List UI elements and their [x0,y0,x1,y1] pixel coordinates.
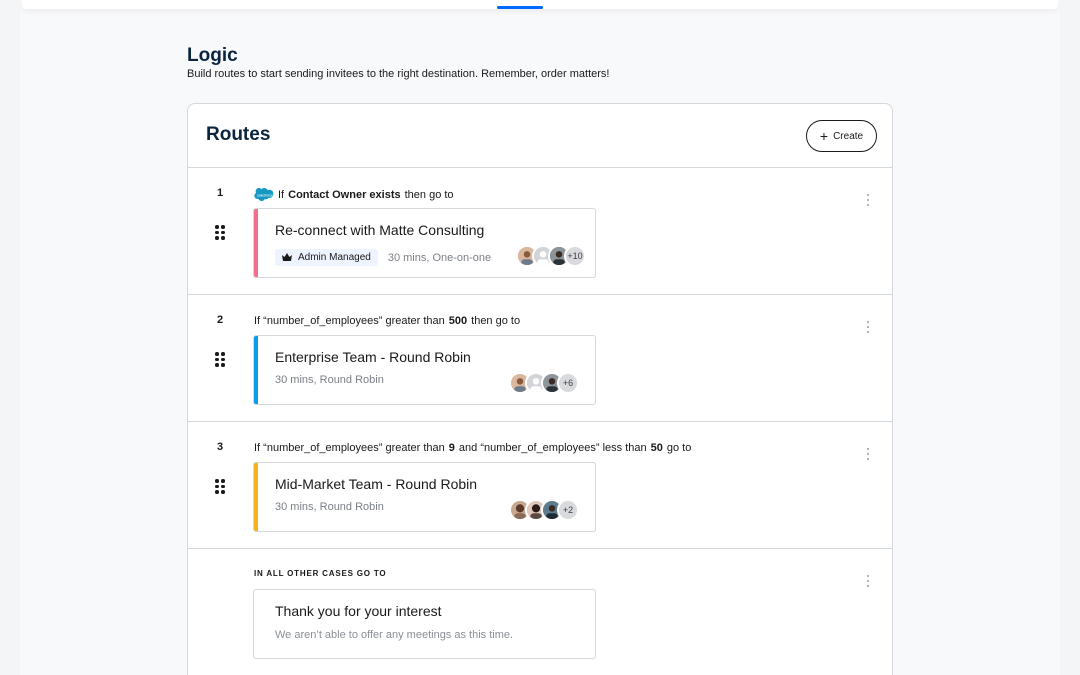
condition-text-middle: and “number_of_employees” less than [458,442,647,454]
event-meta: Admin Managed 30 mins, One-on-one [275,249,491,266]
routes-title: Routes [206,124,271,145]
top-navigation-bar [22,0,1058,9]
host-avatars: +2 [509,499,579,521]
badge-label: Admin Managed [298,252,371,263]
event-title: Enterprise Team - Round Robin [275,349,471,365]
route-row: 1 salesforce If Contact Owner exists the… [188,168,892,295]
create-button-label: Create [833,130,864,142]
avatar-more-count: +2 [557,499,579,521]
event-type-card[interactable]: Enterprise Team - Round Robin 30 mins, R… [253,335,596,405]
drag-handle-icon[interactable] [215,479,225,494]
event-duration-type: 30 mins, Round Robin [275,501,384,513]
default-destination-card[interactable]: Thank you for your interest We aren’t ab… [253,589,596,659]
route-condition: salesforce If Contact Owner exists then … [254,188,454,202]
condition-value: 50 [650,442,663,454]
event-color-stripe [254,463,258,531]
host-avatars: +10 [516,245,586,267]
condition-value: 9 [448,442,455,454]
active-tab-indicator [497,6,543,9]
drag-handle-icon[interactable] [215,352,225,367]
event-type-card[interactable]: Re-connect with Matte Consulting Admin M… [253,208,596,278]
more-options-icon[interactable] [866,321,870,333]
svg-text:salesforce: salesforce [257,194,273,198]
route-row: 3 If “number_of_employees” greater than … [188,422,892,549]
route-condition: If “number_of_employees” greater than 9 … [254,442,691,454]
route-number: 1 [217,187,224,199]
event-meta: 30 mins, Round Robin [275,501,384,513]
more-options-icon[interactable] [866,194,870,206]
route-number: 2 [217,314,224,326]
routes-card: Routes + Create 1 salesforce If Contact … [187,103,893,675]
event-duration-type: 30 mins, Round Robin [275,374,384,386]
default-route-label: IN ALL OTHER CASES GO TO [254,569,387,578]
drag-handle-icon[interactable] [215,225,225,240]
avatar-more-count: +10 [564,245,586,267]
default-destination-title: Thank you for your interest [275,603,442,619]
more-options-icon[interactable] [866,575,870,587]
page-subtitle: Build routes to start sending invitees t… [187,68,610,80]
route-number: 3 [217,441,224,453]
routes-header: Routes + Create [188,104,892,168]
crown-icon [282,253,292,261]
route-row: 2 If “number_of_employees” greater than … [188,295,892,422]
plus-icon: + [819,127,829,144]
salesforce-cloud-icon: salesforce [254,188,274,202]
admin-managed-badge: Admin Managed [275,249,378,266]
default-route-row: IN ALL OTHER CASES GO TO Thank you for y… [188,549,892,675]
host-avatars: +6 [509,372,579,394]
condition-text-suffix: then go to [404,189,454,201]
condition-text-prefix: If [278,189,285,201]
condition-text-suffix: go to [666,442,692,454]
avatar-more-count: +6 [557,372,579,394]
event-color-stripe [254,336,258,404]
condition-value: 500 [448,315,468,327]
event-color-stripe [254,209,258,277]
condition-field: Contact Owner exists [288,189,401,201]
create-route-button[interactable]: + Create [806,120,877,152]
event-title: Re-connect with Matte Consulting [275,222,485,238]
more-options-icon[interactable] [866,448,870,460]
event-type-card[interactable]: Mid-Market Team - Round Robin 30 mins, R… [253,462,596,532]
condition-text-prefix: If “number_of_employees” greater than [254,315,445,327]
event-meta: 30 mins, Round Robin [275,374,384,386]
condition-text-prefix: If “number_of_employees” greater than [254,442,445,454]
default-destination-subtitle: We aren’t able to offer any meetings as … [275,629,514,641]
event-title: Mid-Market Team - Round Robin [275,476,478,492]
event-duration-type: 30 mins, One-on-one [387,251,492,264]
route-condition: If “number_of_employees” greater than 50… [254,315,520,327]
condition-text-suffix: then go to [471,315,521,327]
page-title: Logic [187,45,238,66]
